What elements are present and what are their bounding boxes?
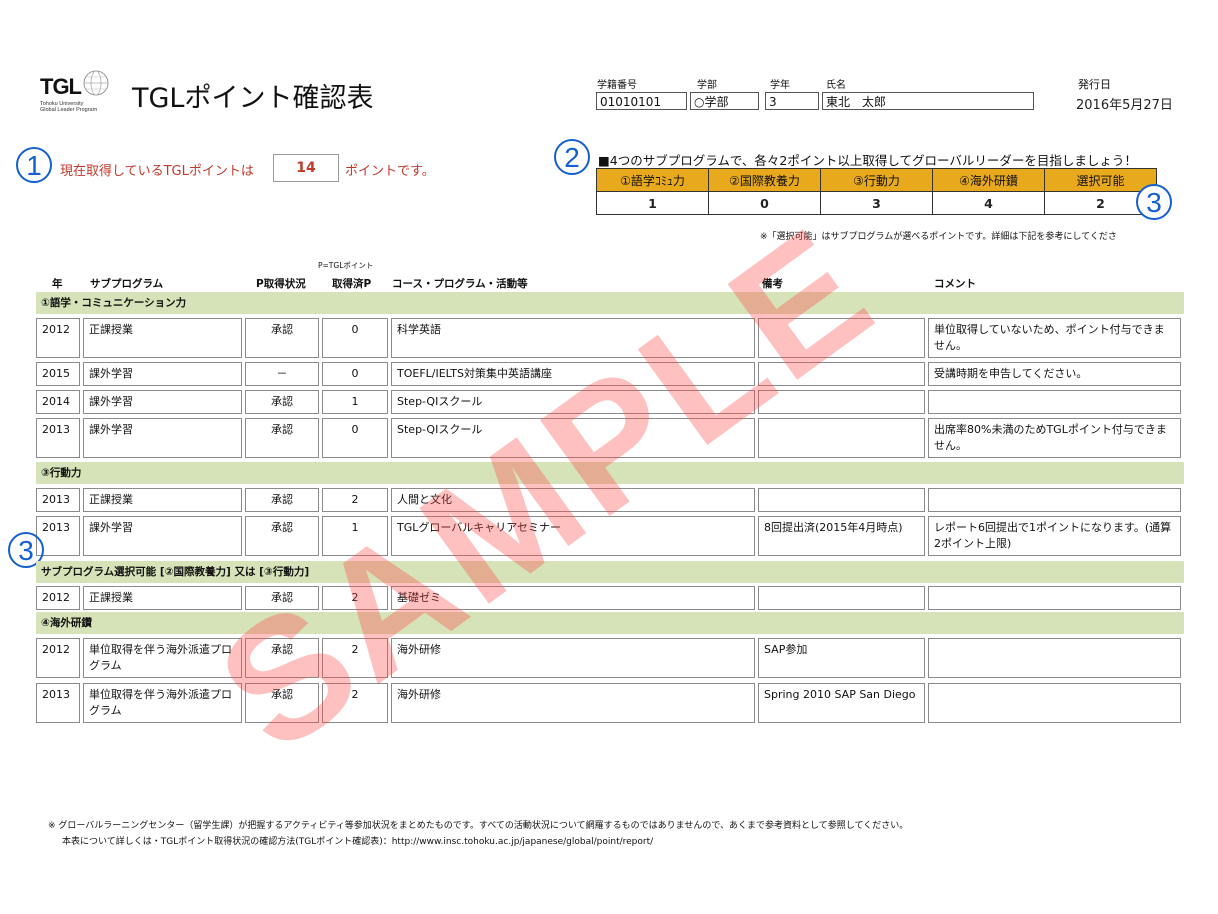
cell-status: 承認 <box>245 318 319 358</box>
footer-note-2: 本表について詳しくは・TGLポイント取得状況の確認方法(TGLポイント確認表)：… <box>62 837 654 847</box>
points-prefix: 現在取得しているTGLポイントは <box>60 164 254 179</box>
page-title: TGLポイント確認表 <box>132 83 374 114</box>
cell-remarks <box>758 586 925 610</box>
cell-remarks <box>758 488 925 512</box>
cell-year: 2013 <box>36 488 80 512</box>
col-year: 年 <box>52 278 63 290</box>
marker-1: 1 <box>16 147 52 183</box>
section-header: ①語学・コミュニケーション力 <box>36 292 1184 314</box>
cell-points: 1 <box>322 390 388 414</box>
col-points: 取得済P <box>332 278 372 290</box>
cell-subprogram: 単位取得を伴う海外派遣プログラム <box>83 683 242 723</box>
issue-date-label: 発行日 <box>1078 78 1111 91</box>
cell-subprogram: 正課授業 <box>83 488 242 512</box>
cell-status: － <box>245 362 319 386</box>
year-label: 学年 <box>770 80 790 91</box>
col-status: P取得状況 <box>256 278 306 290</box>
marker-3-top: 3 <box>1136 184 1172 220</box>
cell-comment: 出席率80%未満のためTGLポイント付与できません。 <box>928 418 1181 458</box>
cell-points: 0 <box>322 362 388 386</box>
cell-comment <box>928 683 1181 723</box>
issue-date: 2016年5月27日 <box>1076 98 1173 113</box>
subprogram-heading: ■4つのサブプログラムで、各々2ポイント以上取得してグローバルリーダーを目指しま… <box>598 153 1137 168</box>
cell-status: 承認 <box>245 488 319 512</box>
cell-year: 2014 <box>36 390 80 414</box>
cell-comment <box>928 638 1181 678</box>
cell-comment <box>928 390 1181 414</box>
cell-comment: 受講時期を申告してください。 <box>928 362 1181 386</box>
cell-year: 2012 <box>36 318 80 358</box>
sub-header-2: ②国際教養力 <box>708 168 821 192</box>
col-subprogram: サブプログラム <box>90 278 164 290</box>
col-p-note: P=TGLポイント <box>318 261 374 270</box>
name-label: 氏名 <box>826 80 846 91</box>
cell-subprogram: 課外学習 <box>83 390 242 414</box>
sub-header-3: ③行動力 <box>820 168 933 192</box>
student-no-field: 01010101 <box>596 92 687 110</box>
cell-remarks: Spring 2010 SAP San Diego <box>758 683 925 723</box>
subprogram-table: ①語学ｺﾐｭ力 ②国際教養力 ③行動力 ④海外研鑽 選択可能 1 0 3 4 2 <box>596 168 1157 215</box>
col-comment: コメント <box>934 278 976 290</box>
cell-subprogram: 課外学習 <box>83 362 242 386</box>
faculty-label: 学部 <box>697 80 717 91</box>
cell-year: 2013 <box>36 683 80 723</box>
sub-header-5: 選択可能 <box>1044 168 1157 192</box>
cell-subprogram: 正課授業 <box>83 318 242 358</box>
sub-value-3: 3 <box>820 191 933 215</box>
student-no-label: 学籍番号 <box>597 80 637 91</box>
tgl-logo: TGL Tohoku University Global Leader Prog… <box>38 66 118 118</box>
marker-2: 2 <box>554 139 590 175</box>
footer-note-1: ※ グローバルラーニングセンター（留学生課）が把握するアクティビティ等参加状況を… <box>48 821 909 831</box>
cell-year: 2015 <box>36 362 80 386</box>
name-field: 東北 太郎 <box>822 92 1034 110</box>
points-suffix: ポイントです。 <box>345 164 435 179</box>
cell-status: 承認 <box>245 418 319 458</box>
col-course: コース・プログラム・活動等 <box>392 278 528 290</box>
points-value: 14 <box>273 154 339 182</box>
globe-icon <box>83 70 109 96</box>
logo-sub2: Global Leader Program <box>40 107 98 113</box>
cell-subprogram: 課外学習 <box>83 516 242 556</box>
cell-comment <box>928 586 1181 610</box>
cell-year: 2012 <box>36 638 80 678</box>
sub-value-4: 4 <box>932 191 1045 215</box>
sub-header-4: ④海外研鑽 <box>932 168 1045 192</box>
logo-text: TGL <box>40 74 82 99</box>
sub-value-1: 1 <box>596 191 709 215</box>
cell-year: 2012 <box>36 586 80 610</box>
cell-comment: 単位取得していないため、ポイント付与できません。 <box>928 318 1181 358</box>
cell-year: 2013 <box>36 418 80 458</box>
cell-status: 承認 <box>245 390 319 414</box>
cell-points: 0 <box>322 418 388 458</box>
cell-remarks: 8回提出済(2015年4月時点) <box>758 516 925 556</box>
year-field: 3 <box>765 92 819 110</box>
sub-header-1: ①語学ｺﾐｭ力 <box>596 168 709 192</box>
cell-remarks: SAP参加 <box>758 638 925 678</box>
cell-comment: レポート6回提出で1ポイントになります。(通算2ポイント上限) <box>928 516 1181 556</box>
cell-points: 0 <box>322 318 388 358</box>
cell-subprogram: 課外学習 <box>83 418 242 458</box>
cell-comment <box>928 488 1181 512</box>
cell-course: 海外研修 <box>391 683 755 723</box>
faculty-field: ○学部 <box>690 92 759 110</box>
